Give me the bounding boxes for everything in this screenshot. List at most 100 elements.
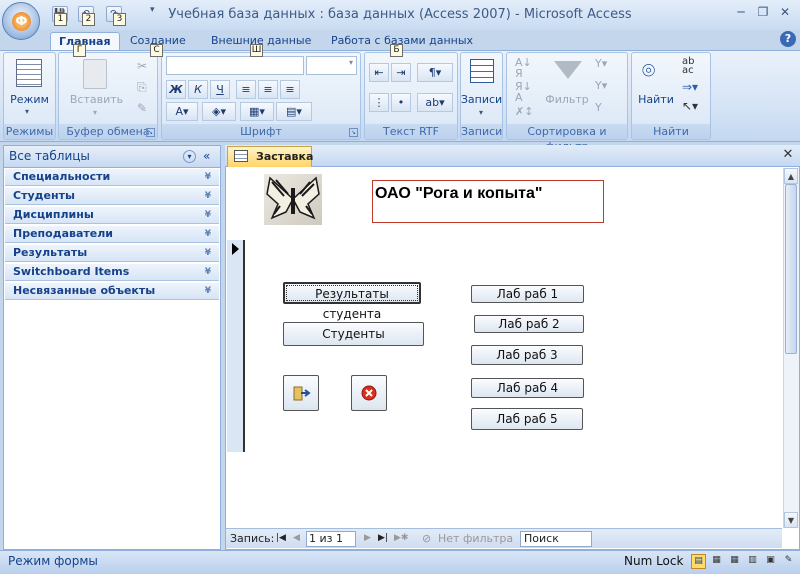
bullets-icon[interactable]: • — [391, 93, 411, 112]
help-icon[interactable]: ? — [780, 31, 796, 47]
paste-button[interactable]: Вставить — [59, 93, 134, 106]
design-view-icon[interactable]: ✎ — [781, 554, 796, 569]
view-button[interactable]: Режим — [4, 93, 55, 106]
chevron-down-icon[interactable]: ¥ — [205, 188, 211, 204]
group-find: ⌾ Найти ab ac ⇒▾ ↖▾ Найти — [631, 52, 711, 140]
restore-button[interactable]: ❐ — [752, 4, 774, 22]
scroll-up-arrow-icon[interactable]: ▲ — [784, 168, 798, 184]
form-view-icon[interactable]: ▤ — [691, 554, 706, 569]
clear-sort-icon[interactable]: ✗↕ — [515, 105, 533, 118]
lab-work-2-button[interactable]: Лаб раб 2 — [474, 315, 584, 333]
format-painter-icon[interactable]: ✎ — [137, 101, 147, 115]
close-document-icon[interactable]: ✕ — [781, 147, 795, 163]
group-sort-filter: А↓Я Я↓А ✗↕ Фильтр Y▾ Y▾ Y Сортировка и ф… — [506, 52, 628, 153]
nav-pane-header[interactable]: Все таблицы ▾ « — [4, 146, 220, 168]
next-record-icon[interactable]: ▶ — [364, 529, 371, 548]
chevron-down-icon[interactable]: ¥ — [205, 169, 211, 185]
font-launcher-icon[interactable]: ↘ — [349, 128, 358, 137]
records-dropdown-icon[interactable]: ▾ — [479, 108, 483, 117]
font-name-select[interactable] — [166, 56, 304, 75]
nav-group-item[interactable]: Switchboard Items ¥ — [5, 264, 219, 281]
italic-button[interactable]: К — [188, 80, 208, 99]
scroll-thumb[interactable] — [785, 184, 797, 354]
nav-group-item[interactable]: Дисциплины ¥ — [5, 207, 219, 224]
cut-icon[interactable]: ✂ — [137, 59, 147, 73]
chevron-down-icon[interactable]: ¥ — [205, 264, 211, 280]
navigation-pane — [3, 145, 221, 550]
lab-work-3-button[interactable]: Лаб раб 3 — [471, 345, 583, 365]
paste-dropdown-icon[interactable]: ▾ — [93, 108, 97, 117]
nav-group-label: Специальности — [13, 170, 111, 183]
bold-button[interactable]: Ж — [166, 80, 186, 99]
close-circle-icon — [361, 385, 377, 401]
toggle-filter-icon[interactable]: Y — [595, 101, 602, 114]
lab-work-4-button[interactable]: Лаб раб 4 — [471, 378, 584, 398]
pivot-table-view-icon[interactable]: ▦ — [727, 554, 742, 569]
nav-group-item[interactable]: Несвязанные объекты ¥ — [5, 283, 219, 300]
nav-menu-dropdown-icon[interactable]: ▾ — [183, 150, 196, 163]
filter-status[interactable]: Нет фильтра — [438, 529, 513, 548]
document-tab-zastavka[interactable]: Заставка — [227, 146, 313, 167]
filter-button[interactable]: Фильтр — [541, 93, 593, 106]
first-record-icon[interactable]: |◀ — [276, 529, 286, 548]
close-window-button[interactable]: ✕ — [774, 4, 796, 22]
view-dropdown-icon[interactable]: ▾ — [25, 107, 29, 116]
chevron-down-icon[interactable]: ¥ — [205, 207, 211, 223]
pivot-chart-view-icon[interactable]: ▥ — [745, 554, 760, 569]
new-record-icon[interactable]: ▶✱ — [394, 529, 408, 548]
exit-app-button[interactable] — [351, 375, 387, 411]
decrease-indent-icon[interactable]: ⇤ — [369, 63, 389, 82]
open-form-button[interactable] — [283, 375, 319, 411]
record-number-input[interactable]: 1 из 1 — [306, 531, 356, 547]
goto-icon[interactable]: ⇒▾ — [682, 80, 698, 94]
group-views: Режим ▾ Режимы — [3, 52, 56, 140]
lab-work-1-button[interactable]: Лаб раб 1 — [471, 285, 584, 303]
minimize-button[interactable]: ─ — [730, 4, 752, 22]
nav-group-item[interactable]: Результаты ¥ — [5, 245, 219, 262]
alt-fill-button[interactable]: ▤▾ — [276, 102, 312, 121]
datasheet-view-icon[interactable]: ▦ — [709, 554, 724, 569]
replace-icon[interactable]: ab ac — [682, 57, 694, 76]
align-center-icon[interactable]: ≡ — [258, 80, 278, 99]
copy-icon[interactable]: ⎘ — [137, 80, 147, 95]
highlight-icon[interactable]: ab▾ — [417, 93, 453, 112]
underline-button[interactable]: Ч — [210, 80, 230, 99]
gridlines-button[interactable]: ▦▾ — [240, 102, 274, 121]
student-results-button[interactable]: Результаты студента — [283, 282, 421, 321]
shutter-bar-close-icon[interactable]: « — [203, 146, 210, 167]
prev-record-icon[interactable]: ◀ — [293, 529, 300, 548]
record-selector[interactable] — [227, 240, 245, 452]
find-button[interactable]: Найти — [632, 93, 680, 106]
select-icon[interactable]: ↖▾ — [682, 99, 698, 113]
increase-indent-icon[interactable]: ⇥ — [391, 63, 411, 82]
office-button[interactable]: Ф — [2, 2, 40, 40]
students-button[interactable]: Студенты — [283, 322, 424, 346]
numbering-icon[interactable]: ⋮ — [369, 93, 389, 112]
advanced-filter-icon[interactable]: Y▾ — [595, 79, 607, 92]
num-lock-indicator: Num Lock — [624, 554, 684, 568]
paragraph-direction-icon[interactable]: ¶▾ — [417, 63, 453, 82]
nav-group-item[interactable]: Специальности ¥ — [5, 169, 219, 186]
selection-filter-icon[interactable]: Y▾ — [595, 57, 607, 70]
records-button[interactable]: Записи — [459, 93, 504, 106]
chevron-down-icon[interactable]: ¥ — [205, 226, 211, 242]
sort-descending-icon[interactable]: Я↓ А — [515, 81, 532, 103]
nav-group-item[interactable]: Преподаватели ¥ — [5, 226, 219, 243]
sort-ascending-icon[interactable]: А↓ Я — [515, 57, 532, 79]
chevron-down-icon[interactable]: ¥ — [205, 245, 211, 261]
align-left-icon[interactable]: ≡ — [236, 80, 256, 99]
scroll-down-arrow-icon[interactable]: ▼ — [784, 512, 798, 528]
layout-view-icon[interactable]: ▣ — [763, 554, 778, 569]
chevron-down-icon[interactable]: ¥ — [205, 283, 211, 299]
search-input[interactable]: Поиск — [520, 531, 592, 547]
filter-status-icon: ⊘ — [422, 532, 432, 545]
font-color-button[interactable]: A▾ — [166, 102, 198, 121]
lab-work-5-button[interactable]: Лаб раб 5 — [471, 408, 583, 430]
current-record-arrow-icon — [232, 243, 239, 255]
clipboard-launcher-icon[interactable]: ↘ — [146, 128, 155, 137]
align-right-icon[interactable]: ≡ — [280, 80, 300, 99]
fill-color-button[interactable]: ◈▾ — [202, 102, 236, 121]
nav-group-item[interactable]: Студенты ¥ — [5, 188, 219, 205]
font-size-select[interactable]: ▾ — [306, 56, 357, 75]
last-record-icon[interactable]: ▶| — [378, 529, 388, 548]
